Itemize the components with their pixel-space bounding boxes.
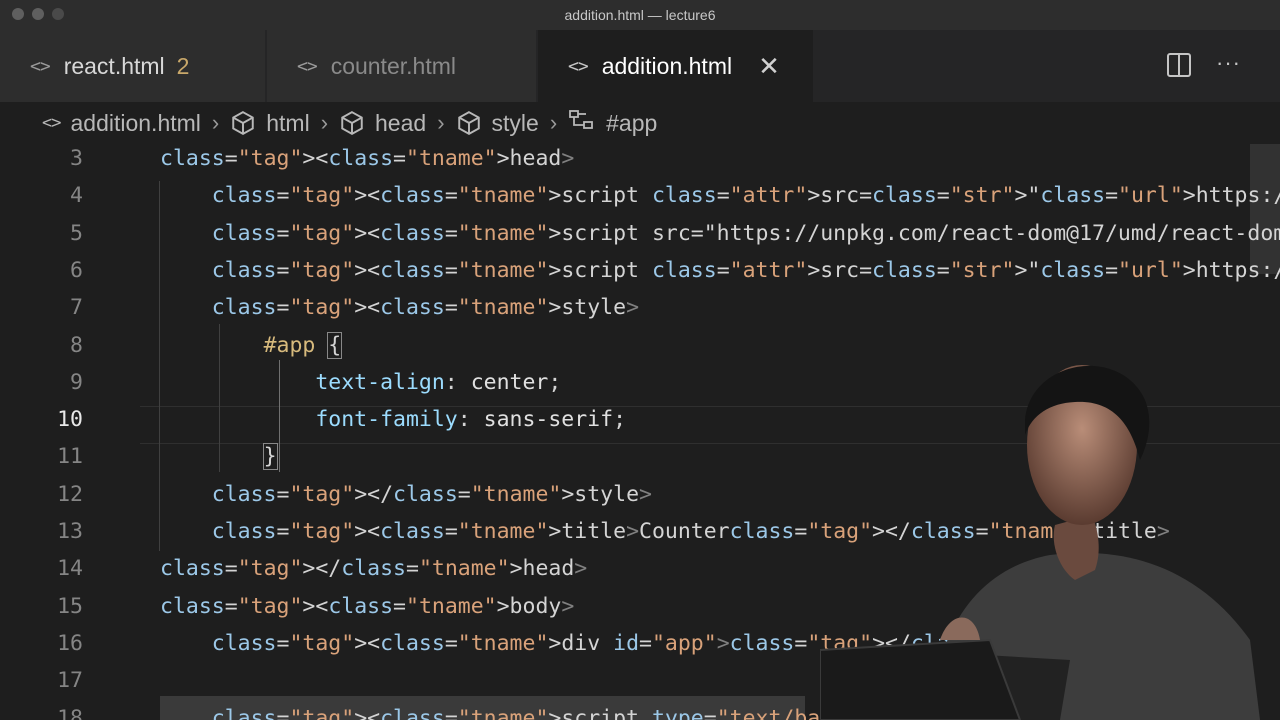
code-line[interactable]: 6 class="tag"><class="tname">script clas… xyxy=(0,252,1280,289)
code-line[interactable]: 4 class="tag"><class="tname">script clas… xyxy=(0,177,1280,214)
breadcrumb-head[interactable]: head xyxy=(339,110,426,137)
tab-bar: <> react.html 2 <> counter.html <> addit… xyxy=(0,30,1280,102)
code-line[interactable]: 7 class="tag"><class="tname">style> xyxy=(0,289,1280,326)
code-line[interactable]: 5 class="tag"><class="tname">script src=… xyxy=(0,215,1280,252)
cube-icon xyxy=(230,110,256,136)
cube-icon xyxy=(456,110,482,136)
line-number: 12 xyxy=(57,481,83,507)
line-number: 5 xyxy=(70,220,83,246)
line-code: class="tag"></class="tname">head> xyxy=(160,556,588,582)
line-number: 16 xyxy=(57,630,83,656)
line-number: 15 xyxy=(57,593,83,619)
line-code: class="tag"><class="tname">style> xyxy=(211,295,640,321)
more-actions-icon[interactable]: ··· xyxy=(1216,50,1246,80)
line-code: class="tag"><class="tname">script class=… xyxy=(211,183,1280,209)
breadcrumb-label: #app xyxy=(606,109,658,136)
breadcrumb-label: style xyxy=(491,109,539,136)
line-number: 9 xyxy=(70,369,83,395)
breadcrumb-app-selector[interactable]: #app xyxy=(568,108,657,138)
line-number: 10 xyxy=(57,407,83,433)
code-brackets-icon: <> xyxy=(297,55,318,77)
tab-label: counter.html xyxy=(330,52,456,79)
tab-label: react.html xyxy=(63,52,165,79)
tab-label: addition.html xyxy=(601,52,733,79)
breadcrumb-label: addition.html xyxy=(70,109,201,136)
line-number: 4 xyxy=(70,183,83,209)
line-number: 18 xyxy=(57,705,83,720)
line-number: 17 xyxy=(57,668,83,694)
code-brackets-icon: <> xyxy=(42,113,62,133)
breadcrumb: <> addition.html › html › head › style ›… xyxy=(0,102,1280,144)
tab-counter-html[interactable]: <> counter.html xyxy=(267,30,537,102)
tab-react-html[interactable]: <> react.html 2 xyxy=(0,30,266,102)
line-code: font-family: sans-serif; xyxy=(315,407,627,433)
line-code: class="tag"><class="tname">script src="h… xyxy=(211,220,1280,246)
breadcrumb-label: head xyxy=(375,109,427,136)
chevron-right-icon: › xyxy=(320,110,329,135)
line-number: 14 xyxy=(57,556,83,582)
code-brackets-icon: <> xyxy=(30,55,51,77)
cube-icon xyxy=(339,110,365,136)
selector-icon xyxy=(568,108,596,138)
line-number: 13 xyxy=(57,519,83,544)
line-code: class="tag"><class="tname">head> xyxy=(160,146,575,171)
line-code: text-align: center; xyxy=(315,369,562,395)
close-tab-icon[interactable]: ✕ xyxy=(758,51,780,82)
line-code: class="tag"><class="tname">body> xyxy=(160,593,575,619)
tab-addition-html[interactable]: <> addition.html ✕ xyxy=(538,30,814,102)
window-title: addition.html — lecture6 xyxy=(564,7,716,23)
line-number: 7 xyxy=(70,295,83,321)
breadcrumb-html[interactable]: html xyxy=(230,109,310,137)
code-line[interactable]: 3 class="tag"><class="tname">head> xyxy=(0,144,1280,177)
presenter-video-overlay xyxy=(820,365,1260,720)
line-number: 11 xyxy=(57,444,83,470)
title-bar: addition.html — lecture6 xyxy=(0,0,1280,30)
chevron-right-icon: › xyxy=(437,110,445,135)
breadcrumb-style[interactable]: style xyxy=(456,110,539,137)
line-code: } xyxy=(262,443,278,471)
split-editor-icon[interactable] xyxy=(1164,50,1194,80)
breadcrumb-file[interactable]: <> addition.html xyxy=(42,110,201,137)
chevron-right-icon: › xyxy=(211,110,220,135)
code-brackets-icon: <> xyxy=(568,55,589,77)
line-number: 3 xyxy=(70,146,83,171)
line-number: 8 xyxy=(70,332,83,358)
line-code: class="tag"></class="tname">style> xyxy=(211,481,652,507)
line-code: #app { xyxy=(263,331,343,359)
line-code: class="tag"><class="tname">script type="… xyxy=(211,705,885,720)
line-number: 6 xyxy=(70,257,83,283)
chevron-right-icon: › xyxy=(549,110,558,135)
line-code: class="tag"><class="tname">script class=… xyxy=(211,257,1280,283)
breadcrumb-label: html xyxy=(266,109,310,136)
problems-badge: 2 xyxy=(176,52,190,79)
